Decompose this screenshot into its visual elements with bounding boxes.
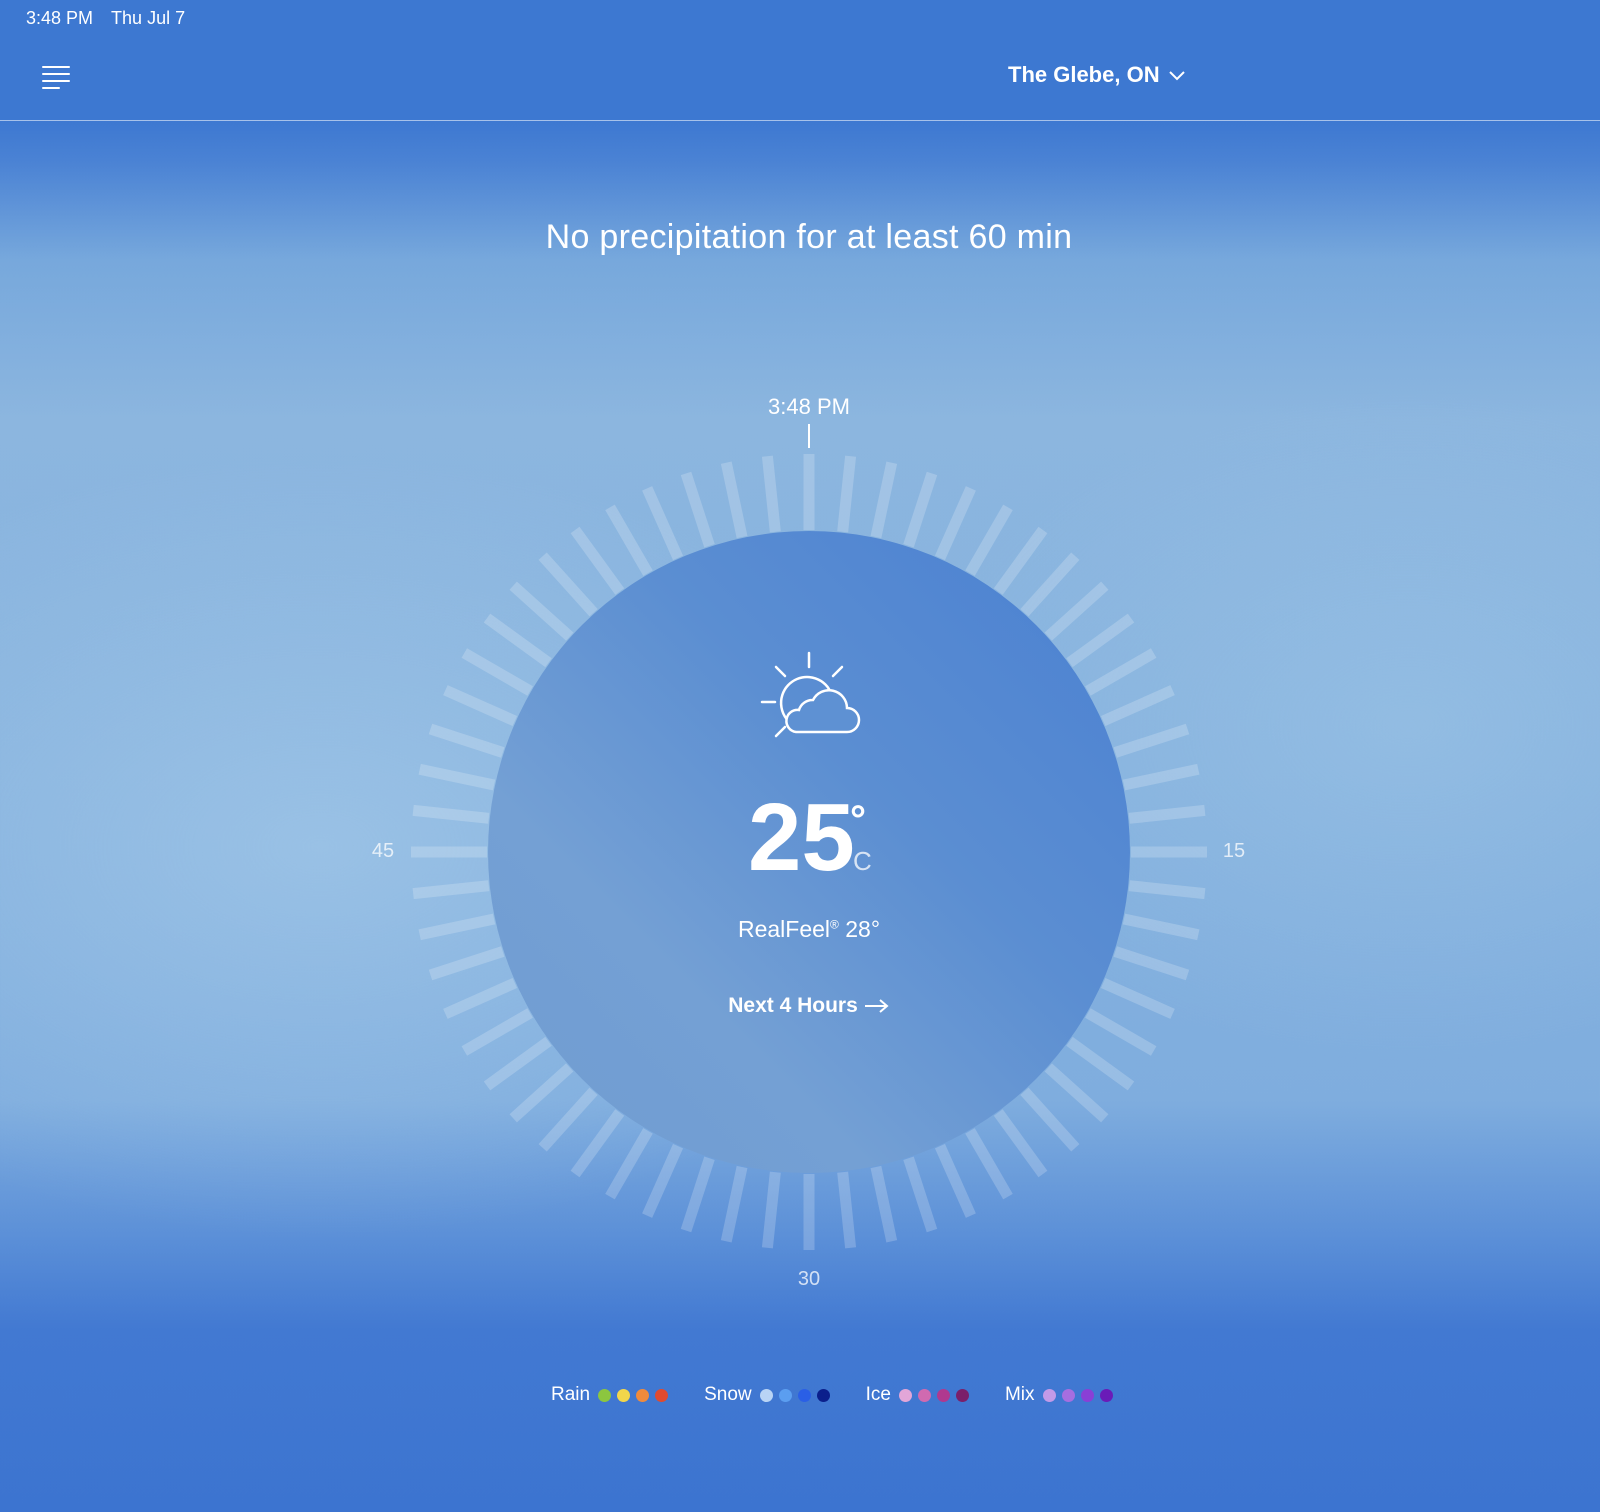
legend-swatch: [1042, 1388, 1056, 1402]
legend-swatch: [778, 1388, 792, 1402]
legend-swatch: [816, 1388, 830, 1402]
minute-tick: [837, 455, 857, 533]
legend-group-ice: Ice: [866, 1384, 975, 1406]
minute-tick: [412, 880, 490, 900]
legend-swatch: [617, 1388, 631, 1402]
minute-tick: [483, 1036, 552, 1091]
minute-tick: [428, 946, 505, 981]
minute-tick: [1020, 1087, 1080, 1152]
minute-tick: [680, 471, 715, 548]
legend-swatch: [917, 1388, 931, 1402]
minute-tick: [418, 763, 496, 791]
minute-tick: [1044, 1063, 1109, 1123]
minute-tick: [1044, 581, 1109, 641]
minute-tick: [642, 1143, 684, 1218]
minute-tick: [509, 581, 574, 641]
arrow-right-icon: [864, 999, 889, 1013]
minute-tick: [418, 913, 496, 941]
minute-tick: [605, 1128, 653, 1200]
legend-swatch: [598, 1388, 612, 1402]
minute-tick: [509, 1063, 574, 1123]
legend-label: Ice: [865, 1384, 891, 1405]
minute-tick: [934, 486, 976, 561]
minute-tick: [1100, 685, 1175, 727]
legend-label: Mix: [1004, 1384, 1035, 1405]
minute-tick: [1085, 648, 1157, 696]
minute-tick: [642, 486, 684, 561]
minute-tick: [1113, 946, 1190, 981]
registered-mark: ®: [830, 917, 839, 932]
legend-swatch: [655, 1388, 669, 1402]
minute-tick: [761, 455, 781, 533]
now-time-label: 3:48 PM: [768, 394, 850, 419]
next-4-hours-link[interactable]: Next 4 Hours: [659, 994, 959, 1018]
minute-tick: [870, 461, 898, 539]
legend-swatch: [955, 1388, 969, 1402]
minute-tick: [443, 685, 518, 727]
legend-swatch: [898, 1388, 912, 1402]
minute-tick: [461, 1008, 533, 1056]
legend-label: Rain: [551, 1384, 591, 1405]
minute-tick: [412, 804, 490, 824]
minute-tick: [1066, 1036, 1135, 1091]
current-temperature: 25: [748, 784, 855, 891]
dial-label-left: 45: [371, 840, 395, 862]
legend-swatch: [759, 1388, 773, 1402]
minute-tick: [1128, 804, 1206, 824]
legend-group-snow: Snow: [704, 1384, 836, 1406]
minute-tick: [570, 1109, 625, 1178]
minute-tick: [903, 1156, 938, 1233]
temperature-unit: C: [853, 846, 872, 876]
precipitation-legend: Rain Snow Ice Mix: [551, 1384, 1119, 1406]
next-4-hours-label: Next 4 Hours: [728, 994, 858, 1017]
dial-label-bottom: 30: [797, 1268, 821, 1290]
realfeel-text: RealFeel® 28°: [659, 916, 959, 943]
minute-tick: [1100, 977, 1175, 1019]
minute-tick: [538, 552, 598, 617]
minute-tick: [1066, 613, 1135, 668]
minute-tick: [680, 1156, 715, 1233]
minute-tick: [538, 1087, 598, 1152]
legend-label: Snow: [704, 1384, 752, 1405]
legend-group-rain: Rain: [551, 1384, 674, 1406]
minute-tick: [1020, 552, 1080, 617]
minute-tick: [443, 977, 518, 1019]
minute-tick: [570, 526, 625, 595]
minute-tick: [965, 1128, 1013, 1200]
minute-tick: [720, 461, 748, 539]
dial-label-right: 15: [1222, 840, 1246, 862]
minute-tick: [903, 471, 938, 548]
minute-tick: [1128, 880, 1206, 900]
legend-swatch: [1061, 1388, 1075, 1402]
minute-tick: [1122, 913, 1200, 941]
legend-swatch: [797, 1388, 811, 1402]
minute-tick: [428, 723, 505, 758]
legend-swatch: [1080, 1388, 1094, 1402]
minute-tick: [461, 648, 533, 696]
minute-tick: [720, 1165, 748, 1243]
realfeel-value: 28°: [845, 916, 881, 942]
minute-tick: [993, 526, 1048, 595]
minute-tick: [483, 613, 552, 668]
minute-tick: [870, 1165, 898, 1243]
partly-sunny-icon: [760, 651, 861, 738]
minute-tick: [1085, 1008, 1157, 1056]
degree-symbol: °: [850, 798, 866, 842]
minute-tick: [993, 1109, 1048, 1178]
minute-tick: [837, 1171, 857, 1249]
minute-tick: [761, 1171, 781, 1249]
minute-tick: [1122, 763, 1200, 791]
minute-tick: [605, 504, 653, 576]
legend-swatch: [1099, 1388, 1113, 1402]
legend-swatch: [636, 1388, 650, 1402]
minute-tick: [965, 504, 1013, 576]
minute-tick: [934, 1143, 976, 1218]
realfeel-label: RealFeel: [737, 916, 831, 942]
minute-tick: [1113, 723, 1190, 758]
legend-group-mix: Mix: [1005, 1384, 1119, 1406]
legend-swatch: [936, 1388, 950, 1402]
